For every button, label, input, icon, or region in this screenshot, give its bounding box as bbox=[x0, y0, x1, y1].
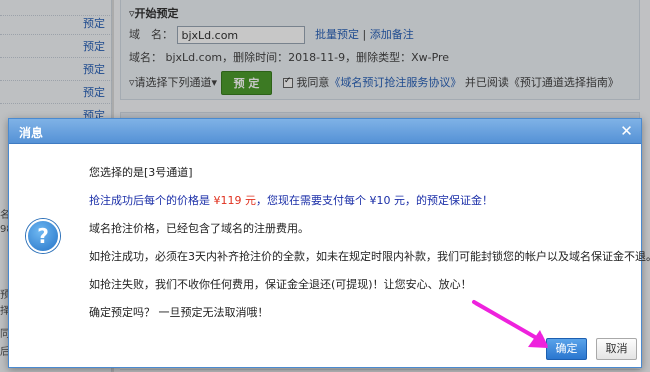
dialog-title: 消息 bbox=[19, 126, 44, 140]
price-text: 抢注成功后每个的价格是 ¥119 元，您现在需要支付每个 ¥10 元，的预定保证… bbox=[89, 192, 493, 208]
dialog-header: 消息 ✕ bbox=[9, 119, 641, 144]
confirm-question-text: 确定预定吗？ 一旦预定无法取消哦！ bbox=[89, 306, 269, 319]
cancel-button[interactable]: 取消 bbox=[596, 338, 637, 360]
price-note-text: 域名抢注价格，已经包含了域名的注册费用。 bbox=[89, 222, 309, 235]
question-icon: ? bbox=[26, 219, 60, 253]
confirm-button[interactable]: 确定 bbox=[546, 338, 587, 360]
price-prefix: 抢注成功后每个的价格是 bbox=[89, 194, 214, 207]
close-icon[interactable]: ✕ bbox=[618, 123, 635, 140]
message-dialog: 消息 ✕ ? 您选择的是[3号通道] 抢注成功后每个的价格是 ¥119 元，您现… bbox=[8, 118, 650, 368]
selected-channel-text: 您选择的是[3号通道] bbox=[89, 166, 193, 179]
success-terms-text: 如抢注成功，必须在3天内补齐抢注价的全款，如未在规定时限内补款，我们可能封锁您的… bbox=[89, 250, 650, 263]
price-value: ¥119 元 bbox=[213, 194, 257, 207]
failure-terms-text: 如抢注失败，我们不收你任何费用，保证金全退还(可提现)！让您安心、放心！ bbox=[89, 278, 472, 291]
price-suffix: ，您现在需要支付每个 ¥10 元，的预定保证金！ bbox=[256, 194, 493, 207]
